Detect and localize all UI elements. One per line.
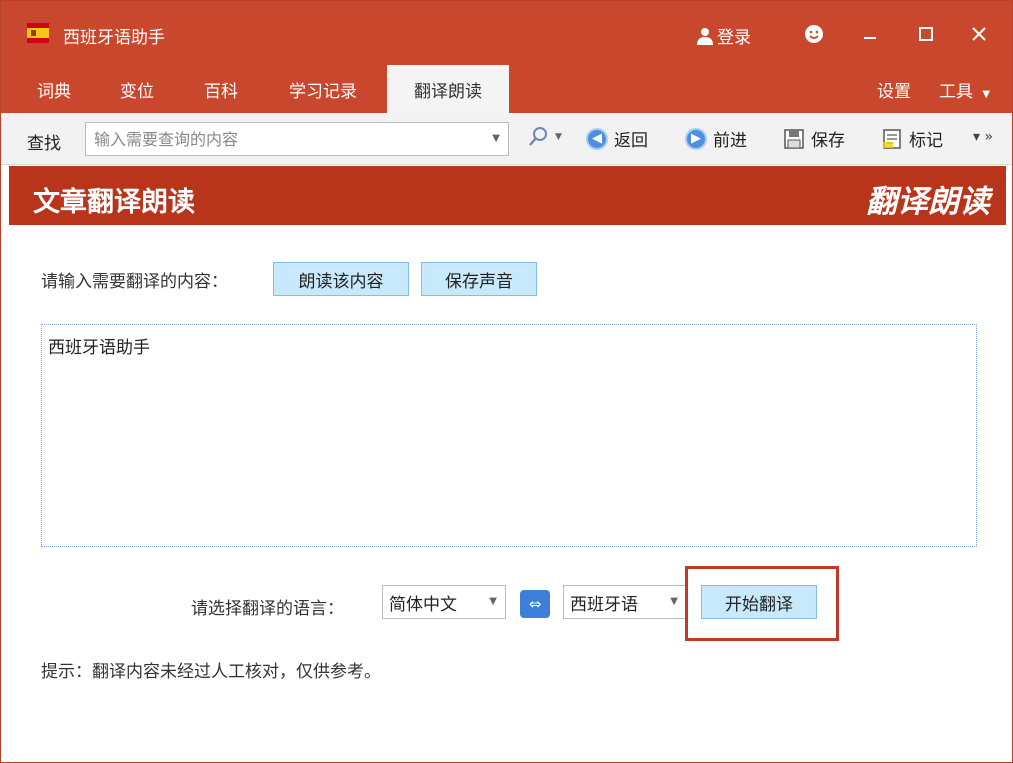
chevron-down-icon: ▼ <box>982 89 991 100</box>
more-icon[interactable]: ▾ » <box>973 129 993 145</box>
page-header: 文章翻译朗读 翻译朗读 <box>9 166 1006 225</box>
back-icon: ◀ <box>586 127 608 150</box>
mark-button[interactable]: 标记 <box>881 126 943 151</box>
back-button[interactable]: ◀ 返回 <box>586 126 648 151</box>
target-language-select[interactable]: 西班牙语 ▼ <box>563 585 687 619</box>
tab-study-record[interactable]: 学习记录 <box>289 77 357 102</box>
start-translate-button[interactable]: 开始翻译 <box>701 585 817 619</box>
login-label: 登录 <box>717 28 751 48</box>
tab-dictionary[interactable]: 词典 <box>37 77 71 102</box>
source-language-select[interactable]: 简体中文 ▼ <box>382 585 506 619</box>
title-bar: 西班牙语助手 登录 <box>1 1 1012 65</box>
chevron-down-icon: ▼ <box>555 132 562 142</box>
read-aloud-button[interactable]: 朗读该内容 <box>273 262 409 296</box>
app-flag-icon <box>27 23 49 43</box>
language-label: 请选择翻译的语言： <box>191 599 344 619</box>
minimize-icon <box>864 37 876 39</box>
minimize-button[interactable] <box>855 19 885 49</box>
maximize-icon <box>919 27 933 41</box>
tools-label: 工具 <box>939 82 973 102</box>
maximize-button[interactable] <box>911 19 941 49</box>
mark-icon <box>883 128 901 149</box>
swap-icon: ⇔ <box>528 595 542 613</box>
save-icon <box>784 128 804 149</box>
search-icon <box>529 127 547 146</box>
chevron-down-icon: ▼ <box>670 596 678 607</box>
tab-translate-read[interactable]: 翻译朗读 <box>387 65 509 113</box>
search-button[interactable]: ▼ <box>527 126 562 148</box>
forward-icon: ▶ <box>685 127 707 150</box>
save-sound-button[interactable]: 保存声音 <box>421 262 537 296</box>
translate-input[interactable]: 西班牙语助手 <box>41 324 977 547</box>
brand-logo: 翻译朗读 <box>866 184 990 220</box>
smile-icon[interactable] <box>803 23 825 45</box>
page-title: 文章翻译朗读 <box>33 187 195 218</box>
find-label: 查找 <box>27 134 61 154</box>
forward-label: 前进 <box>713 131 747 151</box>
source-language-value: 简体中文 <box>389 594 457 615</box>
menu-bar: 词典 变位 百科 学习记录 翻译朗读 设置 工具 ▼ <box>1 65 1012 113</box>
tab-conjugation[interactable]: 变位 <box>120 77 154 102</box>
tip-text: 提示：翻译内容未经过人工核对，仅供参考。 <box>41 662 381 682</box>
toolbar: 查找 ▼ ▼ ◀ 返回 ▶ 前进 保存 <box>1 113 1012 165</box>
back-label: 返回 <box>614 131 648 151</box>
input-prompt-label: 请输入需要翻译的内容： <box>41 272 228 292</box>
tools-menu[interactable]: 工具 ▼ <box>939 77 990 102</box>
mark-label: 标记 <box>909 131 943 151</box>
search-combobox[interactable]: ▼ <box>85 122 509 156</box>
tab-encyclopedia[interactable]: 百科 <box>204 77 238 102</box>
login-button[interactable]: 登录 <box>697 23 751 48</box>
settings-menu[interactable]: 设置 <box>877 77 911 102</box>
user-icon <box>697 27 713 45</box>
dropdown-arrow-icon[interactable]: ▼ <box>492 133 500 144</box>
save-button[interactable]: 保存 <box>783 126 845 151</box>
search-input[interactable] <box>86 123 466 155</box>
forward-button[interactable]: ▶ 前进 <box>685 126 747 151</box>
save-label: 保存 <box>811 131 845 151</box>
app-window: 西班牙语助手 登录 词典 变位 百科 学习记录 翻译朗读 设置 工具 ▼ 查找 … <box>0 0 1013 763</box>
close-icon <box>972 27 986 41</box>
target-language-value: 西班牙语 <box>570 594 638 615</box>
chevron-down-icon: ▼ <box>489 596 497 607</box>
swap-language-button[interactable]: ⇔ <box>520 590 550 618</box>
app-title: 西班牙语助手 <box>63 28 165 48</box>
close-button[interactable] <box>964 19 994 49</box>
